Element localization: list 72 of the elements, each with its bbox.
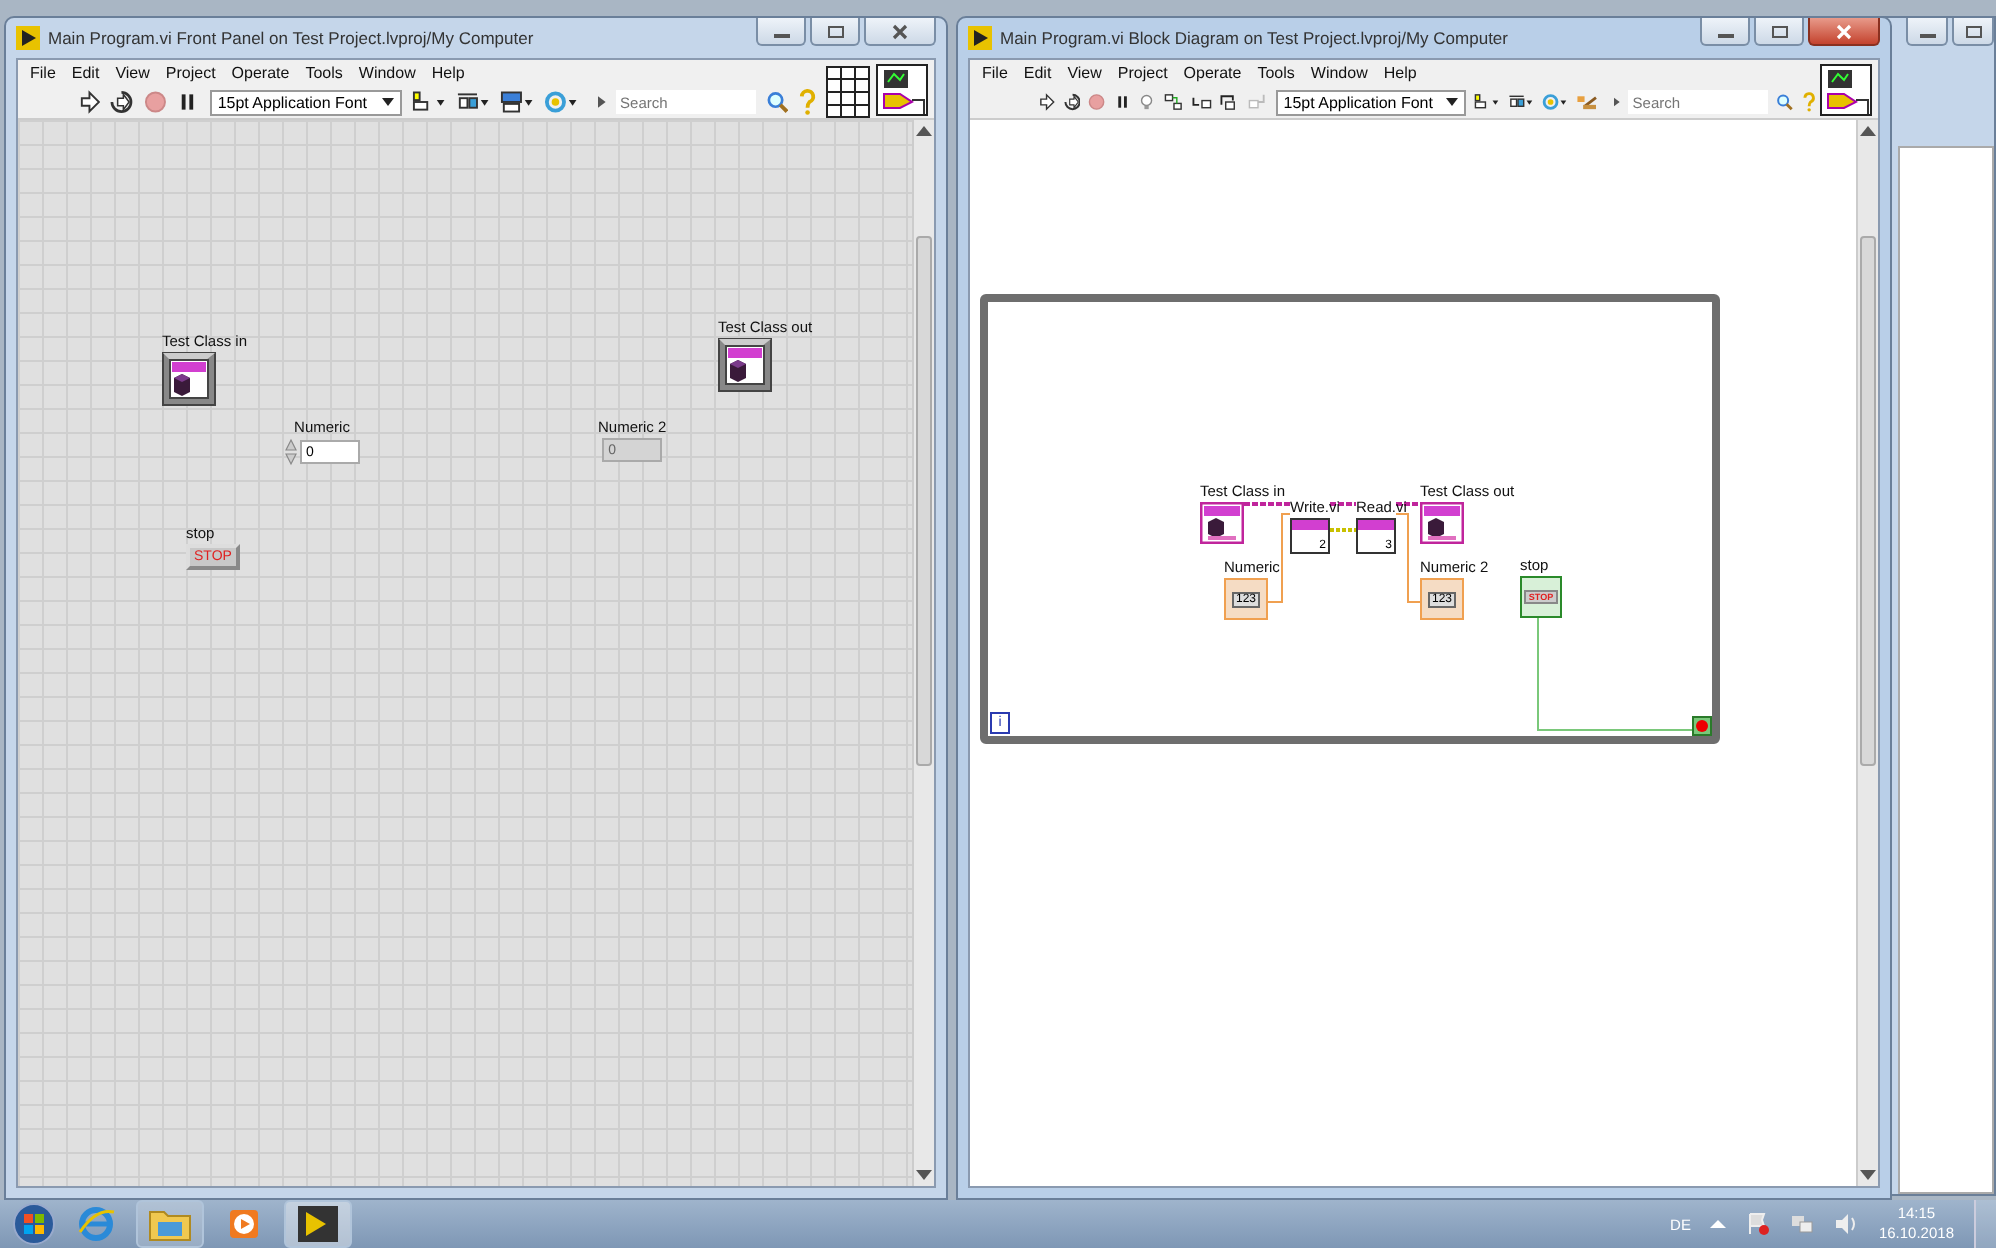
vertical-scrollbar[interactable] xyxy=(1856,120,1878,1186)
scroll-thumb[interactable] xyxy=(1860,236,1876,766)
wire xyxy=(1395,513,1421,603)
pause-icon[interactable] xyxy=(1113,90,1131,114)
scroll-thumb[interactable] xyxy=(916,236,932,766)
close-icon[interactable] xyxy=(1808,18,1880,46)
run-arrow-icon[interactable] xyxy=(78,90,101,114)
menu-item[interactable]: Help xyxy=(1375,64,1425,82)
resize-objects-icon[interactable] xyxy=(499,90,535,114)
menu-item[interactable]: View xyxy=(1059,64,1110,82)
window-title: Main Program.vi Block Diagram on Test Project.lvproj/My Computer xyxy=(1000,28,1510,48)
labview-icon xyxy=(968,26,992,50)
align-objects-icon[interactable] xyxy=(1474,90,1501,114)
reorder-icon[interactable] xyxy=(544,90,579,114)
expand-arrow-icon[interactable] xyxy=(598,96,607,108)
class-terminal-icon[interactable] xyxy=(1420,502,1464,544)
expand-arrow-icon[interactable] xyxy=(1614,96,1621,108)
menu-item[interactable]: Project xyxy=(1109,64,1176,82)
scroll-down-icon[interactable] xyxy=(1860,1170,1876,1182)
labview-icon[interactable] xyxy=(298,1206,338,1242)
retain-wire-values-icon[interactable] xyxy=(1163,90,1184,114)
show-hidden-icons-icon[interactable] xyxy=(1710,1218,1727,1230)
menu-item[interactable]: Tools xyxy=(1249,64,1303,82)
wire xyxy=(1330,528,1356,532)
clean-up-diagram-icon[interactable] xyxy=(1576,90,1599,114)
menu-item[interactable]: Help xyxy=(423,64,473,82)
align-objects-icon[interactable] xyxy=(411,90,446,114)
vi-icon[interactable] xyxy=(1820,64,1872,116)
minimize-icon[interactable] xyxy=(756,18,806,46)
maximize-icon[interactable] xyxy=(1952,18,1994,46)
menu-item[interactable]: Project xyxy=(157,64,224,82)
close-icon[interactable] xyxy=(864,18,936,46)
run-continuously-icon[interactable] xyxy=(110,90,134,114)
run-continuously-icon[interactable] xyxy=(1063,90,1081,114)
run-arrow-icon[interactable] xyxy=(1038,90,1056,114)
menu-item[interactable]: View xyxy=(107,64,158,82)
stop-condition-icon[interactable] xyxy=(1692,716,1712,736)
caret-icon xyxy=(381,98,394,106)
maximize-icon[interactable] xyxy=(810,18,860,46)
flag-icon[interactable] xyxy=(1746,1212,1771,1236)
search-icon[interactable] xyxy=(766,90,789,114)
menu-item[interactable]: Edit xyxy=(1015,64,1060,82)
vi-icon[interactable] xyxy=(876,64,928,116)
menu-item[interactable]: Window xyxy=(350,64,424,82)
distribute-objects-icon[interactable] xyxy=(455,90,490,114)
menu-item[interactable]: Operate xyxy=(1175,64,1250,82)
labview-icon xyxy=(16,26,40,50)
scroll-up-icon[interactable] xyxy=(916,124,932,136)
class-control-icon[interactable] xyxy=(718,338,772,392)
search-icon[interactable] xyxy=(1776,90,1794,114)
font-dropdown[interactable]: 15pt Application Font xyxy=(209,89,402,115)
font-dropdown[interactable]: 15pt Application Font xyxy=(1275,89,1467,115)
scroll-down-icon[interactable] xyxy=(916,1170,932,1182)
menu-item[interactable]: Tools xyxy=(297,64,351,82)
connector-pane-icon[interactable] xyxy=(826,66,870,118)
menu-item[interactable]: File xyxy=(974,64,1016,82)
step-over-icon[interactable] xyxy=(1219,90,1240,114)
class-control-icon[interactable] xyxy=(162,352,216,406)
menu-item[interactable]: Edit xyxy=(63,64,108,82)
class-terminal-icon[interactable] xyxy=(1200,502,1244,544)
vertical-scrollbar[interactable] xyxy=(912,120,934,1186)
minimize-icon[interactable] xyxy=(1906,18,1948,46)
caret-icon xyxy=(1446,98,1459,106)
maximize-icon[interactable] xyxy=(1754,18,1804,46)
menu-item[interactable]: Window xyxy=(1302,64,1376,82)
start-button[interactable] xyxy=(12,1202,56,1246)
scroll-up-icon[interactable] xyxy=(1860,124,1876,136)
minimize-icon[interactable] xyxy=(1700,18,1750,46)
window-title: Main Program.vi Front Panel on Test Project.lvproj/My Computer xyxy=(48,28,536,48)
menu-item[interactable]: Operate xyxy=(223,64,298,82)
media-player-icon[interactable] xyxy=(224,1204,264,1244)
menu-item[interactable]: File xyxy=(22,64,64,82)
